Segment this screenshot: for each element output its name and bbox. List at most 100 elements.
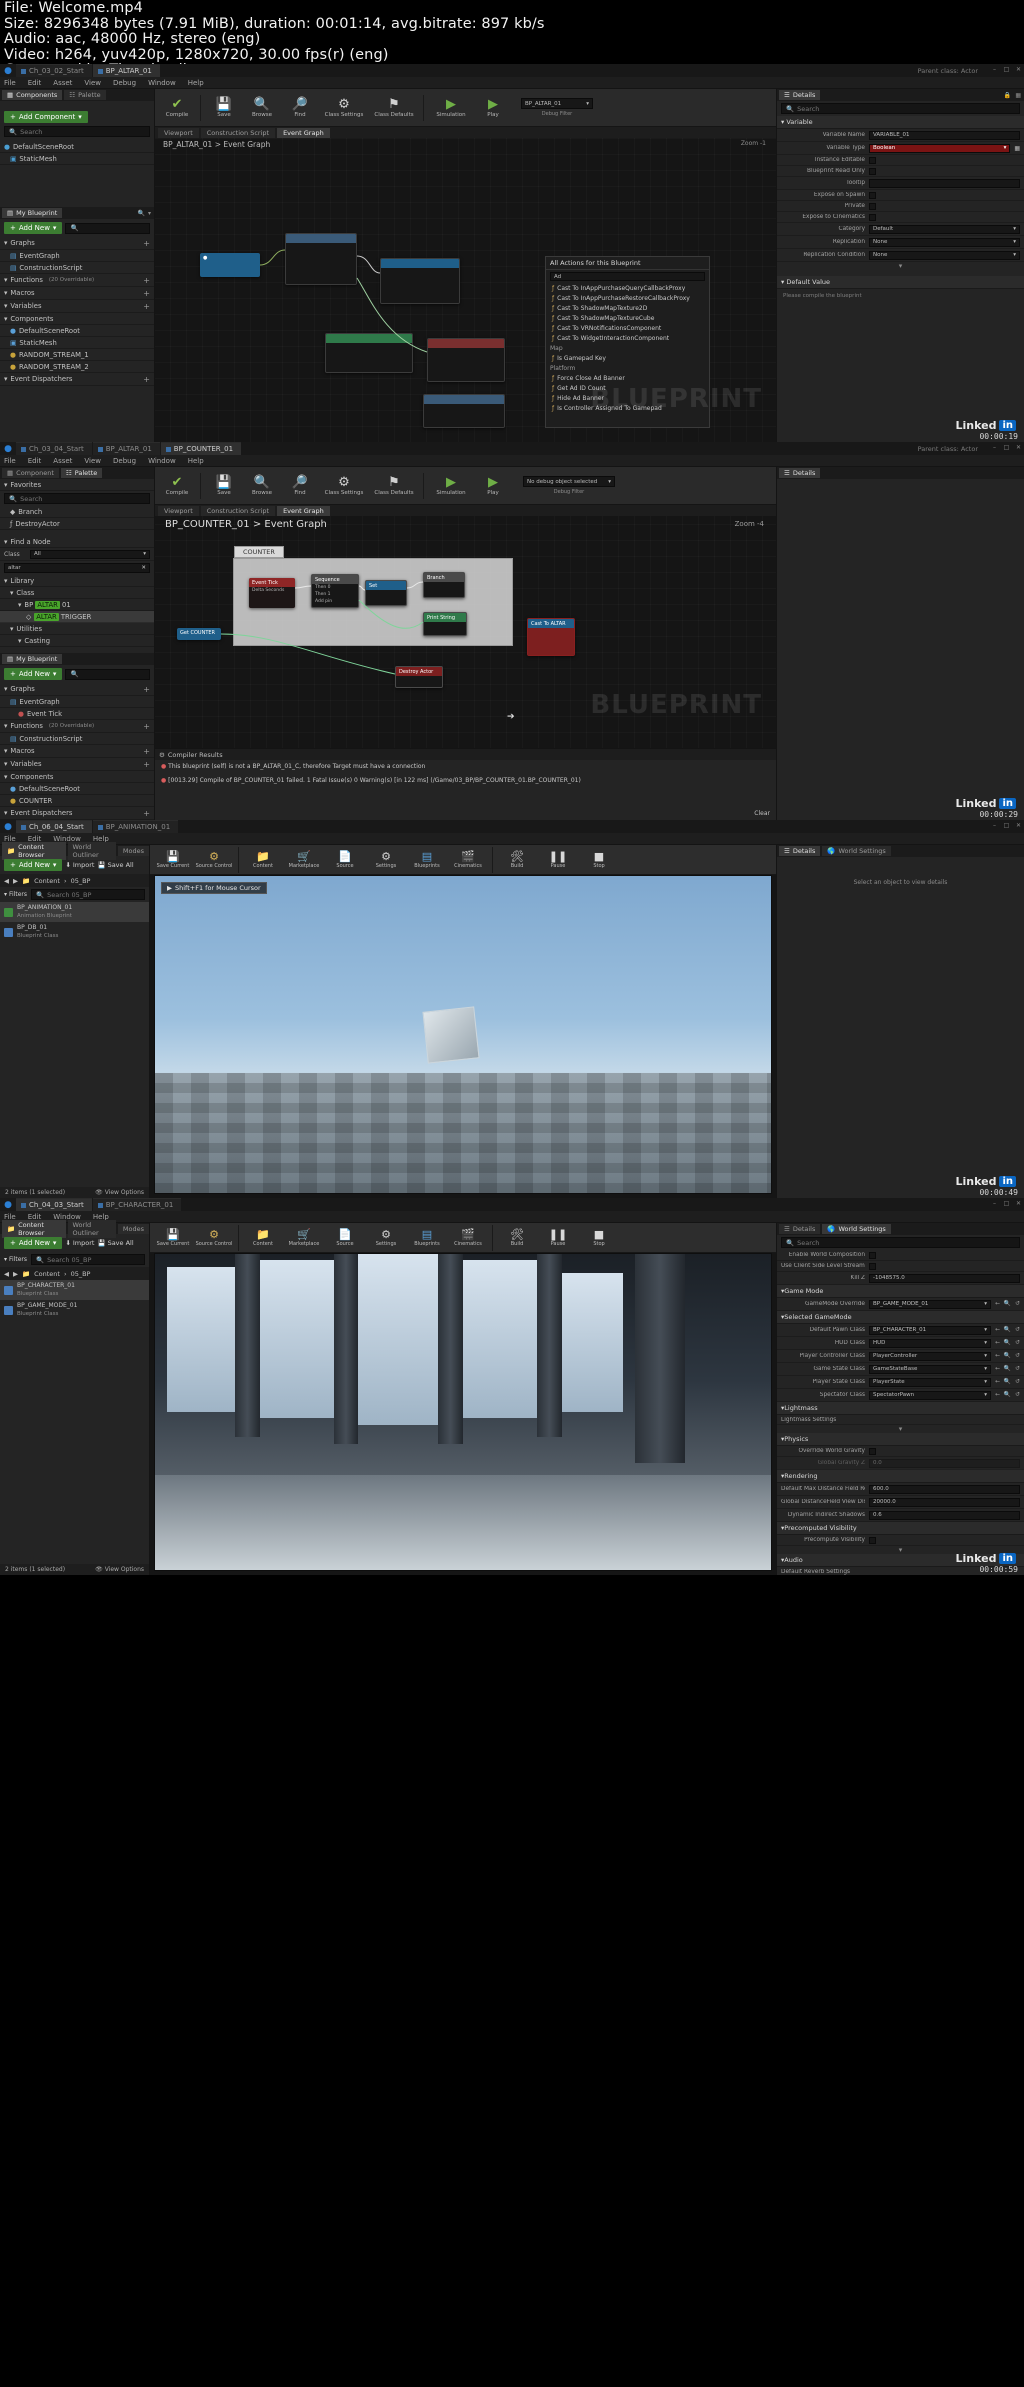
graph-tab-bar[interactable]: Viewport Construction Script Event Graph (155, 505, 776, 516)
global-distancefield-input[interactable]: 20000.0 (869, 1497, 1020, 1507)
content-search-input[interactable]: 🔍 Search 05_BP (31, 1254, 145, 1265)
menu-asset[interactable]: Asset (53, 79, 72, 87)
toolbar-save-current-button[interactable]: 💾 Save Current (153, 851, 193, 869)
graph-node-set[interactable]: Set (365, 580, 407, 606)
tab-my-blueprint[interactable]: ▤ My Blueprint (2, 654, 63, 664)
browse-icon[interactable]: ← (995, 1301, 1000, 1307)
window-buttons[interactable]: – □ ✕ (991, 66, 1022, 73)
menu-item[interactable]: ƒ Is Gamepad Key (546, 353, 709, 363)
detail-row-category[interactable]: Category Default ▾ (777, 223, 1024, 236)
variable-name-input[interactable]: VARIABLE_01 (869, 130, 1020, 140)
mb-components[interactable]: ▾ Components (0, 771, 154, 783)
window-buttons[interactable]: – □ ✕ (991, 822, 1022, 829)
blueprint-toolbar[interactable]: ✔ Compile 💾 Save 🔍 Browse 🔎 Find ⚙ Class Sett… (155, 467, 776, 505)
tree-library[interactable]: ▾ Library (0, 575, 154, 587)
add-icon[interactable]: + (143, 747, 150, 756)
tab-details[interactable]: ☰ Details (779, 846, 821, 856)
my-blueprint-tabs[interactable]: ▤ My Blueprint (0, 653, 154, 665)
toolbar-marketplace-button[interactable]: 🛒 Marketplace (284, 1229, 324, 1247)
component-root[interactable]: ● DefaultSceneRoot (0, 141, 154, 153)
ws-row-player-state-class[interactable]: Player State Class PlayerState ▾ ← 🔍 ↺ (777, 1376, 1024, 1389)
my-blueprint-tabs[interactable]: ▤ My Blueprint 🔍 ▾ (0, 207, 154, 219)
toolbar-simulation-button[interactable]: ▶ Simulation (429, 98, 473, 118)
mb-functions[interactable]: ▾ Functions (20 Overridable) + (0, 720, 154, 733)
ws-row-lightmass-settings[interactable]: Lightmass Settings (777, 1415, 1024, 1425)
forward-icon[interactable]: ▶ (13, 1270, 18, 1278)
node-pin[interactable]: Then 1 (312, 591, 358, 598)
toolbar-marketplace-button[interactable]: 🛒 Marketplace (284, 851, 324, 869)
minimize-icon[interactable]: – (991, 822, 998, 829)
menu-item[interactable]: ƒ Cast To ShadowMapTexture2D (546, 303, 709, 313)
tab-construction-script[interactable]: Construction Script (200, 505, 276, 516)
browse-icon[interactable]: ← (995, 1379, 1000, 1385)
favorites-row[interactable]: ▾ Favorites (0, 479, 154, 491)
detail-row-private[interactable]: Private (777, 201, 1024, 212)
detail-row-instance-editable[interactable]: Instance Editable (777, 155, 1024, 166)
expander-icon[interactable]: ▾ (10, 625, 13, 633)
node-filter-input[interactable]: altar ✕ (4, 563, 150, 573)
level-toolbar[interactable]: 💾 Save Current ⚙ Source Control 📁 Content 🛒… (150, 845, 776, 875)
asset-item[interactable]: BP_CHARACTER_01 Blueprint Class (0, 1280, 149, 1300)
mb-graphs[interactable]: ▾ Graphs + (0, 237, 154, 250)
reset-icon[interactable]: ↺ (1015, 1353, 1020, 1359)
class-filter-combo[interactable]: All ▾ (30, 549, 150, 559)
tree-altar-trigger[interactable]: ◇ ALTAR TRIGGER (0, 611, 154, 623)
ws-section-game-mode[interactable]: ▾Game Mode (777, 1285, 1024, 1298)
graph-node[interactable] (285, 233, 357, 285)
gamemode-override-combo[interactable]: BP_GAME_MODE_01 ▾ (869, 1299, 992, 1309)
menu-bar[interactable]: File Edit Asset View Debug Window Help (0, 77, 1024, 89)
menu-bar[interactable]: File Edit Asset View Debug Window Help (0, 455, 1024, 467)
content-browser-tabs[interactable]: 📁 Content Browser World Outliner Modes (0, 1219, 149, 1238)
ws-section-selected-gamemode[interactable]: ▾Selected GameMode (777, 1311, 1024, 1324)
import-button[interactable]: ⬇ Import (65, 861, 94, 869)
tab-event-graph[interactable]: Event Graph (277, 505, 330, 516)
ws-row-kill-z[interactable]: Kill Z -1048575.0 (777, 1272, 1024, 1285)
default-max-distance-input[interactable]: 600.0 (869, 1484, 1020, 1494)
maximize-icon[interactable]: □ (1003, 1200, 1010, 1207)
find-icon[interactable]: 🔍 (1004, 1327, 1011, 1333)
detail-row-tooltip[interactable]: Tooltip (777, 177, 1024, 190)
graph-node-event-tick[interactable]: Event Tick Delta Seconds (249, 578, 295, 608)
ws-row-gamemode-override[interactable]: GameMode Override BP_GAME_MODE_01 ▾ ← 🔍 ↺ (777, 1298, 1024, 1311)
expander-icon[interactable]: ▾ (10, 589, 13, 597)
add-icon[interactable]: + (143, 276, 150, 285)
class-filter-row[interactable]: Class All ▾ (0, 548, 154, 561)
toolbar-source-control-button[interactable]: ⚙ Source Control (194, 1229, 234, 1247)
ws-section-precomputed-visibility[interactable]: ▾Precomputed Visibility (777, 1522, 1024, 1535)
window-tab-level[interactable]: Ch_03_04_Start (16, 442, 92, 455)
default-pawn-class-combo[interactable]: BP_CHARACTER_01 ▾ (869, 1325, 992, 1335)
mb-random-stream-1[interactable]: ● RANDOM_STREAM_1 (0, 349, 154, 361)
window-tab-blueprint[interactable]: BP_ALTAR_01 (92, 64, 160, 77)
instance-editable-checkbox[interactable] (869, 156, 876, 164)
ws-row-game-state-class[interactable]: Game State Class GameStateBase ▾ ← 🔍 ↺ (777, 1363, 1024, 1376)
level-toolbar[interactable]: 💾 Save Current ⚙ Source Control 📁 Content 🛒… (150, 1223, 776, 1253)
window-buttons[interactable]: – □ ✕ (991, 1200, 1022, 1207)
toolbar-compile-button[interactable]: ✔ Compile (159, 98, 195, 118)
tree-utilities[interactable]: ▾ Utilities (0, 623, 154, 635)
mb-constructionscript[interactable]: ▤ ConstructionScript (0, 733, 154, 745)
reset-icon[interactable]: ↺ (1015, 1327, 1020, 1333)
toolbar-blueprints-button[interactable]: ▤ Blueprints (407, 851, 447, 869)
find-icon[interactable]: 🔍 (1004, 1340, 1011, 1346)
player-controller-class-combo[interactable]: PlayerController ▾ (869, 1351, 992, 1361)
component-palette-tabs[interactable]: ▦ Component ☷ Palette (0, 467, 154, 479)
toolbar-pause-button[interactable]: ❚❚ Pause (538, 1229, 578, 1247)
graph-node-sequence[interactable]: Sequence Then 0 Then 1 Add pin (311, 574, 359, 608)
back-icon[interactable]: ◀ (4, 877, 9, 885)
event-graph-canvas[interactable]: BP_ALTAR_01 > Event Graph Zoom -1 ● All … (155, 138, 776, 442)
spectator-class-combo[interactable]: SpectatorPawn ▾ (869, 1390, 992, 1400)
expander-icon[interactable]: ▾ (4, 239, 7, 247)
expander-icon[interactable]: ▾ (4, 375, 7, 383)
expander-icon[interactable]: ▾ (4, 809, 7, 817)
palette-item-branch[interactable]: ◆ Branch (0, 506, 154, 518)
toolbar-settings-button[interactable]: ⚙ Settings (366, 1229, 406, 1247)
ws-section-rendering[interactable]: ▾Rendering (777, 1470, 1024, 1483)
level-viewport[interactable]: ▶ Shift+F1 for Mouse Cursor (154, 875, 772, 1194)
graph-node[interactable] (325, 333, 413, 373)
toolbar-play-button[interactable]: ▶ Play (475, 476, 511, 496)
mb-random-stream-2[interactable]: ● RANDOM_STREAM_2 (0, 361, 154, 373)
graph-node-print-string[interactable]: Print String (423, 612, 467, 636)
kill-z-input[interactable]: -1048575.0 (869, 1273, 1020, 1283)
breadcrumb-folder[interactable]: 05_BP (71, 1270, 91, 1278)
mb-event-dispatchers[interactable]: ▾ Event Dispatchers + (0, 373, 154, 386)
